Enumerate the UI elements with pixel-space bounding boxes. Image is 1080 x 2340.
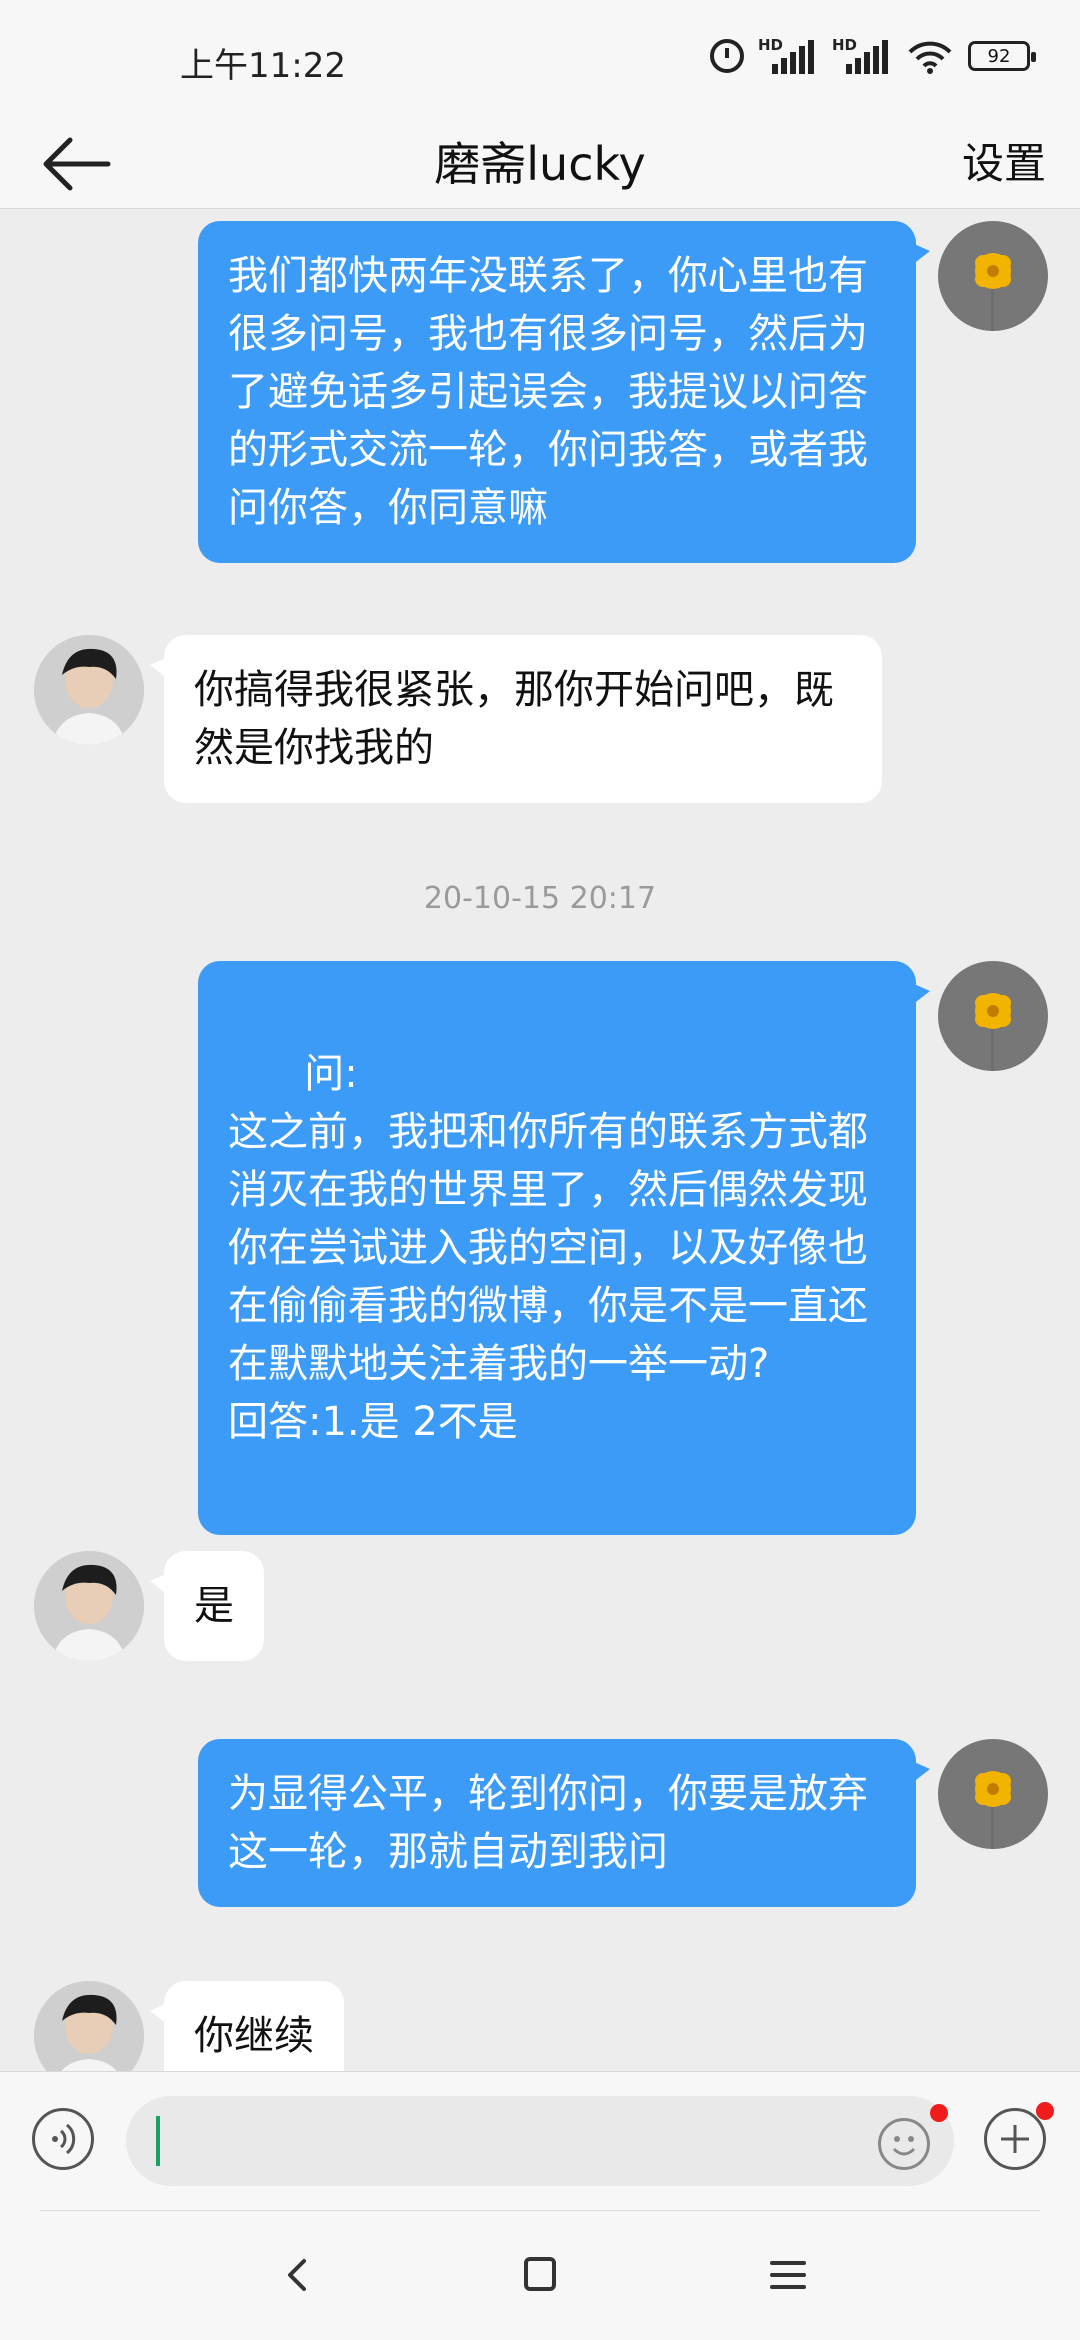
chat-title: 磨斋lucky [434, 137, 646, 191]
message-text: 我们都快两年没联系了，你心里也有很多问号，我也有很多问号，然后为了避免话多引起误… [228, 253, 868, 531]
message-row: 是 [0, 1551, 1080, 1671]
person-avatar-icon [34, 635, 144, 745]
wifi-icon [906, 36, 954, 76]
incoming-bubble[interactable]: 你搞得我很紧张，那你开始问吧，既然是你找我的 [150, 635, 882, 803]
text-cursor [156, 2116, 160, 2166]
system-home-button[interactable] [510, 2247, 570, 2303]
flower-icon [975, 1771, 1011, 1849]
contact-avatar[interactable] [34, 1551, 144, 1661]
message-input[interactable] [126, 2096, 954, 2186]
message-text: 你搞得我很紧张，那你开始问吧，既然是你找我的 [194, 667, 834, 771]
message-text: 问: 这之前，我把和你所有的联系方式都消灭在我的世界里了，然后偶然发现你在尝试进… [228, 1051, 868, 1445]
flower-icon [975, 993, 1011, 1071]
emoji-badge [930, 2104, 948, 2122]
status-bar: 上午11:22 HD HD 92 [0, 0, 1080, 120]
person-avatar-icon [34, 1981, 144, 2071]
status-time: 上午11:22 [180, 46, 346, 86]
voice-button[interactable] [32, 2108, 94, 2170]
emoji-button[interactable] [878, 2118, 930, 2170]
battery-level: 92 [987, 45, 1011, 67]
incoming-bubble[interactable]: 你继续 [150, 1981, 344, 2071]
contact-avatar[interactable] [34, 635, 144, 745]
person-avatar-icon [34, 1551, 144, 1661]
message-row: 我们都快两年没联系了，你心里也有很多问号，我也有很多问号，然后为了避免话多引起误… [0, 221, 1080, 563]
signal-icon: HD [758, 36, 818, 76]
message-row: 问: 这之前，我把和你所有的联系方式都消灭在我的世界里了，然后偶然发现你在尝试进… [0, 961, 1080, 1535]
my-avatar[interactable] [938, 221, 1048, 331]
input-bar [0, 2071, 1080, 2212]
outgoing-bubble[interactable]: 为显得公平，轮到你问，你要是放弃这一轮，那就自动到我问 [198, 1739, 930, 1907]
system-menu-button[interactable] [758, 2247, 818, 2303]
message-row: 为显得公平，轮到你问，你要是放弃这一轮，那就自动到我问 [0, 1739, 1080, 1909]
plus-badge [1036, 2102, 1054, 2120]
system-back-button[interactable] [268, 2247, 328, 2303]
signal-icon: HD [832, 36, 892, 76]
my-avatar[interactable] [938, 961, 1048, 1071]
incoming-bubble[interactable]: 是 [150, 1551, 264, 1661]
message-row: 你搞得我很紧张，那你开始问吧，既然是你找我的 [0, 635, 1080, 803]
chat-header: 磨斋lucky 设置 [0, 120, 1080, 209]
menu-icon [770, 2261, 806, 2289]
message-timestamp: 20-10-15 20:17 [423, 881, 657, 916]
plus-icon [1001, 2125, 1029, 2153]
outgoing-bubble[interactable]: 我们都快两年没联系了，你心里也有很多问号，我也有很多问号，然后为了避免话多引起误… [198, 221, 930, 563]
plus-button[interactable] [984, 2108, 1046, 2170]
voice-icon [52, 2123, 76, 2155]
system-navigation-bar [0, 2211, 1080, 2340]
settings-button[interactable]: 设置 [962, 124, 1046, 204]
status-icons: HD HD 92 [710, 36, 1036, 76]
my-avatar[interactable] [938, 1739, 1048, 1849]
outgoing-bubble[interactable]: 问: 这之前，我把和你所有的联系方式都消灭在我的世界里了，然后偶然发现你在尝试进… [198, 961, 930, 1535]
square-icon [524, 2257, 556, 2291]
emoji-icon [892, 2136, 916, 2156]
message-text: 你继续 [194, 2013, 314, 2059]
chevron-left-icon [288, 2259, 306, 2291]
chat-message-list[interactable]: 我们都快两年没联系了，你心里也有很多问号，我也有很多问号，然后为了避免话多引起误… [0, 209, 1080, 2071]
contact-avatar[interactable] [34, 1981, 144, 2071]
message-text: 为显得公平，轮到你问，你要是放弃这一轮，那就自动到我问 [228, 1771, 868, 1875]
battery-icon: 92 [968, 41, 1036, 71]
alarm-icon [710, 39, 744, 73]
flower-icon [975, 253, 1011, 331]
message-row: 你继续 [0, 1981, 1080, 2071]
message-text: 是 [194, 1583, 234, 1629]
